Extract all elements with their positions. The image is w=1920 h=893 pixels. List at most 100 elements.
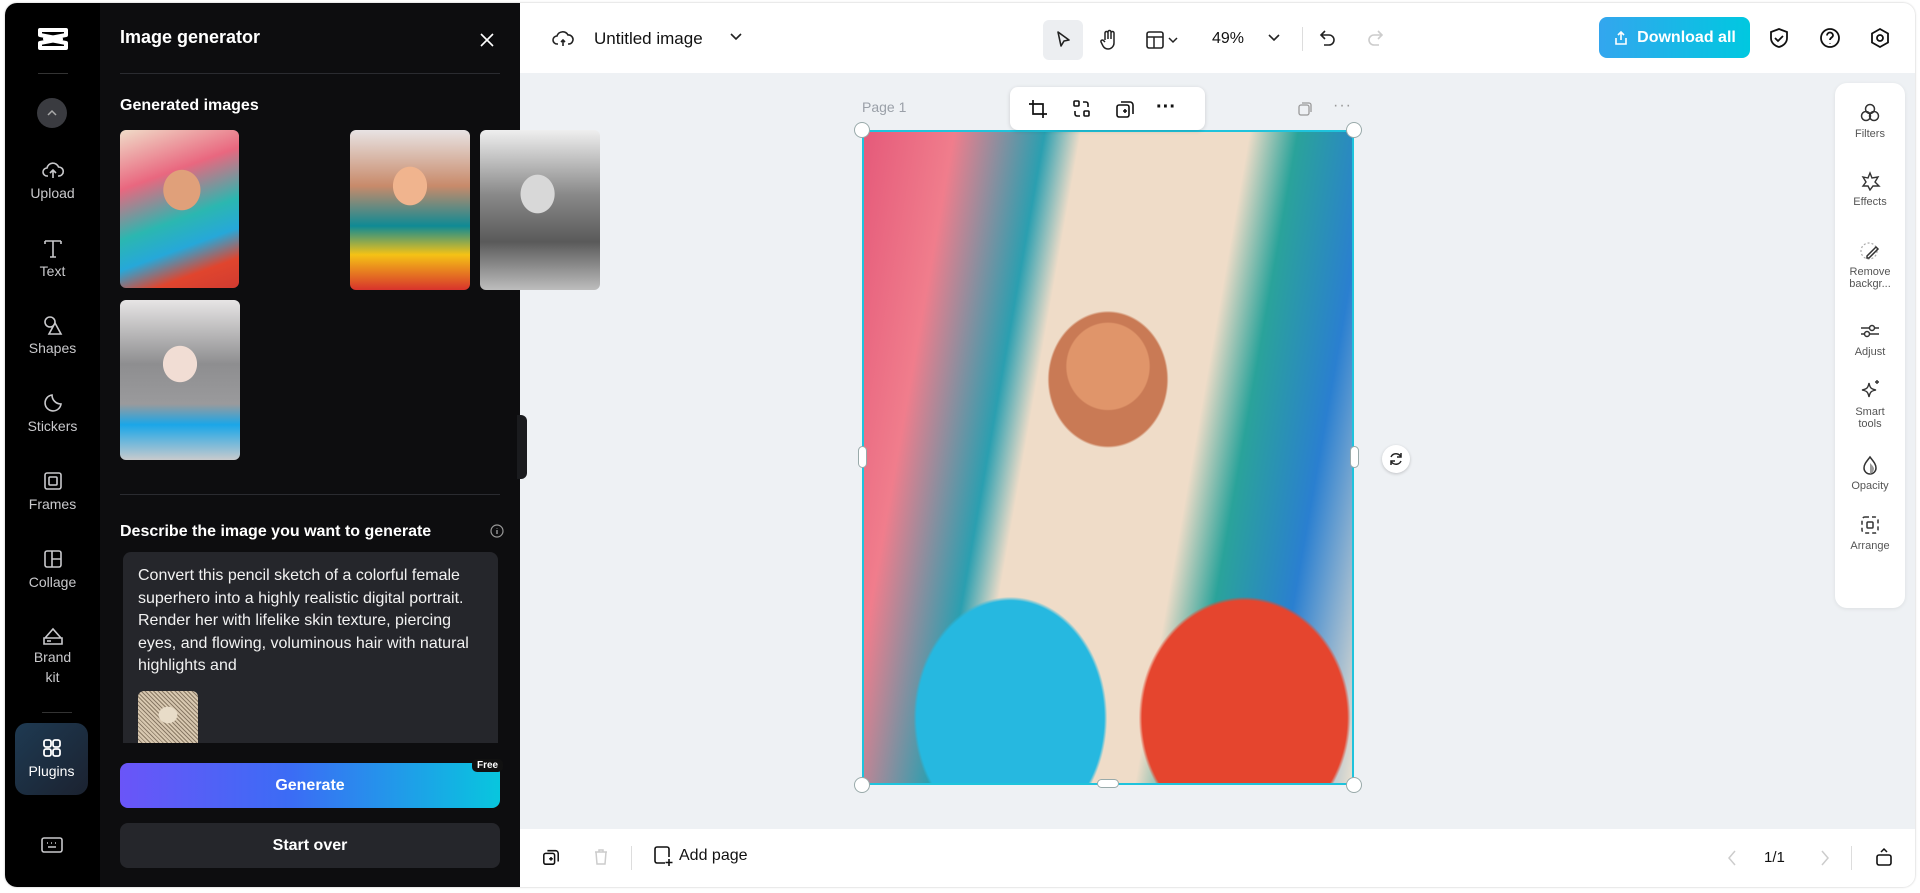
top-bar: Untitled image 49% Download all <box>520 3 1915 73</box>
close-panel-button[interactable] <box>475 28 499 52</box>
help-icon <box>1820 28 1840 48</box>
rotate-handle[interactable] <box>1382 445 1410 473</box>
arrange-button[interactable]: Arrange <box>1835 515 1905 552</box>
resize-handle[interactable] <box>1346 777 1362 793</box>
resize-handle[interactable] <box>854 122 870 138</box>
generated-image-thumbnail[interactable] <box>120 300 240 460</box>
canvas-image[interactable] <box>862 130 1354 785</box>
tool-label: Filters <box>1855 128 1885 140</box>
hand-icon <box>1100 29 1115 50</box>
generate-button[interactable]: Generate <box>120 763 500 808</box>
replace-button[interactable] <box>1070 97 1094 121</box>
layout-menu-button[interactable] <box>1140 25 1186 55</box>
tool-label: Opacity <box>1851 480 1889 492</box>
rail-item-collage[interactable]: Collage <box>5 548 100 590</box>
prompt-textarea[interactable]: Convert this pencil sketch of a colorful… <box>123 552 498 743</box>
page-image-icon[interactable] <box>1295 99 1315 119</box>
layout-icon <box>1146 31 1178 49</box>
divider <box>120 494 500 495</box>
download-all-button[interactable]: Download all <box>1599 17 1750 58</box>
document-title[interactable]: Untitled image <box>594 29 703 49</box>
resize-handle[interactable] <box>1350 446 1359 468</box>
shapes-icon <box>43 316 62 335</box>
sliders-icon <box>1861 324 1879 338</box>
reference-sketch-thumbnail[interactable] <box>138 691 198 743</box>
redo-icon <box>1368 30 1384 46</box>
generated-image-thumbnail[interactable] <box>480 130 600 290</box>
start-over-button[interactable]: Start over <box>120 823 500 868</box>
divider <box>1302 27 1303 51</box>
resize-handle[interactable] <box>1346 122 1362 138</box>
rail-item-frames[interactable]: Frames <box>5 470 100 512</box>
left-rail: Upload Text Shapes Stickers Frames Colla… <box>5 3 100 887</box>
rail-item-shapes[interactable]: Shapes <box>5 314 100 356</box>
plugins-icon <box>42 739 61 757</box>
filters-button[interactable]: Filters <box>1835 103 1905 140</box>
free-badge: Free <box>472 759 504 772</box>
rail-item-brand-kit[interactable]: Brand kit <box>5 625 100 687</box>
app-window: Upload Text Shapes Stickers Frames Colla… <box>5 3 1915 887</box>
delete-page-button[interactable] <box>590 846 612 868</box>
generated-images-heading: Generated images <box>120 97 259 114</box>
floating-toolbar: ··· <box>1010 87 1205 130</box>
title-chevron-down-icon[interactable] <box>728 29 744 45</box>
pages-panel-icon <box>1876 847 1892 866</box>
panel-collapse-handle[interactable] <box>517 415 527 479</box>
resize-handle[interactable] <box>854 777 870 793</box>
add-page-icon <box>654 846 673 866</box>
rail-label: Frames <box>28 496 77 512</box>
rail-item-upload[interactable]: Upload <box>5 159 100 201</box>
tool-label: Adjust <box>1854 346 1886 358</box>
divider <box>1851 846 1852 870</box>
duplicate-page-button[interactable] <box>540 846 562 868</box>
generated-image-thumbnail[interactable] <box>120 130 239 288</box>
next-page-button[interactable] <box>1815 847 1835 869</box>
magic-eraser-icon <box>1860 242 1880 260</box>
image-generator-panel: Image generator Generated images Describ… <box>100 3 600 887</box>
smart-tools-button[interactable]: Smart tools <box>1835 379 1905 430</box>
effects-button[interactable]: Effects <box>1835 171 1905 208</box>
info-icon[interactable] <box>489 523 505 539</box>
adjust-button[interactable]: Adjust <box>1835 321 1905 358</box>
help-button[interactable] <box>1817 25 1843 51</box>
duplicate-button[interactable] <box>1113 97 1137 121</box>
divider <box>631 846 632 870</box>
more-options-icon[interactable]: ··· <box>1156 96 1176 119</box>
hand-tool-button[interactable] <box>1094 23 1124 57</box>
resize-handle[interactable] <box>1097 779 1119 788</box>
rail-item-stickers[interactable]: Stickers <box>5 392 100 434</box>
arrange-icon <box>1861 516 1879 534</box>
add-page-button[interactable]: Add page <box>653 845 748 867</box>
cloud-sync-icon[interactable] <box>550 26 576 50</box>
page-more-icon[interactable]: ··· <box>1333 97 1352 115</box>
keyboard-shortcuts-button[interactable] <box>38 833 66 857</box>
rail-item-plugins[interactable]: Plugins <box>15 723 88 795</box>
resize-handle[interactable] <box>858 446 867 468</box>
text-icon <box>43 240 62 258</box>
capcut-logo-icon[interactable] <box>35 23 71 55</box>
effects-star-icon <box>1861 171 1881 191</box>
redo-button[interactable] <box>1363 27 1387 51</box>
select-tool-button[interactable] <box>1043 20 1083 60</box>
collapse-rail-button[interactable] <box>37 98 67 128</box>
prev-page-button[interactable] <box>1722 847 1742 869</box>
bottom-bar: Add page 1/1 <box>520 829 1915 887</box>
duplicate-icon <box>1116 101 1134 118</box>
generated-image-thumbnail[interactable] <box>350 130 470 290</box>
crop-button[interactable] <box>1026 97 1050 121</box>
shield-button[interactable] <box>1766 25 1792 51</box>
prompt-text: Convert this pencil sketch of a colorful… <box>138 567 469 674</box>
chevron-right-icon <box>1821 850 1829 866</box>
rail-item-text[interactable]: Text <box>5 237 100 279</box>
zoom-chevron-down-icon[interactable] <box>1266 31 1282 45</box>
download-all-label: Download all <box>1637 28 1736 46</box>
zoom-level[interactable]: 49% <box>1212 30 1244 48</box>
opacity-button[interactable]: Opacity <box>1835 455 1905 492</box>
rail-label: Shapes <box>28 340 77 356</box>
undo-button[interactable] <box>1316 27 1340 51</box>
undo-icon <box>1319 30 1335 46</box>
rotate-icon <box>1390 453 1402 465</box>
expand-pages-button[interactable] <box>1872 845 1896 869</box>
settings-button[interactable] <box>1867 25 1893 51</box>
remove-background-button[interactable]: Remove backgr... <box>1835 241 1905 290</box>
